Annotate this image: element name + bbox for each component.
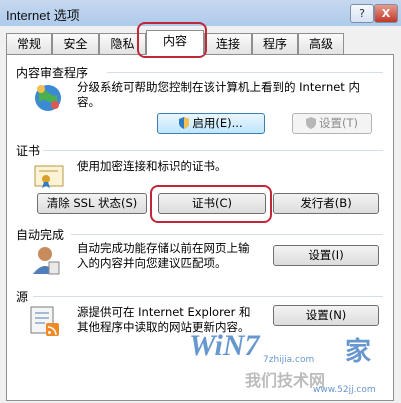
autocomplete-title: 自动完成: [16, 228, 65, 242]
autocomplete-user-icon: [33, 247, 60, 275]
separator: [107, 72, 383, 73]
feeds-title: 源: [16, 290, 29, 304]
tab-connections[interactable]: 连接: [204, 33, 252, 54]
watermark-url: www.52jj.com: [313, 385, 376, 395]
globe-people-icon: [35, 85, 61, 111]
enable-button[interactable]: 启用(E)...: [157, 113, 265, 134]
watermark-brand: WiN7: [189, 329, 260, 362]
certificates-title: 证书: [16, 144, 41, 158]
tab-programs[interactable]: 程序: [252, 33, 298, 54]
content-advisor-title: 内容审查程序: [16, 66, 89, 80]
certificates-desc: 使用加密连接和标识的证书。: [77, 159, 227, 173]
content-tab-panel: 内容审查程序 分级系统可帮助您控制在该计算机上看到的 Internet 内 容。…: [6, 54, 394, 401]
close-button[interactable]: X: [374, 4, 398, 23]
watermark-site: 7zhijia.com: [263, 355, 315, 365]
separator: [33, 296, 383, 297]
certificate-icon: [34, 165, 64, 188]
shield-icon: [179, 117, 190, 129]
feeds-desc-line1: 源提供可在 Internet Explorer 和: [77, 305, 251, 319]
content-advisor-desc-line2: 容。: [77, 95, 100, 109]
tab-security[interactable]: 安全: [52, 33, 99, 54]
highlight-certificates-button: [150, 185, 272, 223]
watermark: WiN7 家 7zhijia.com 我们技术网 www.52jj.com: [177, 327, 387, 397]
autocomplete-desc-line1: 自动完成功能存储以前在网页上输: [77, 241, 250, 255]
help-button[interactable]: ?: [350, 4, 374, 23]
content-advisor-desc-line1: 分级系统可帮助您控制在该计算机上看到的 Internet 内: [77, 80, 360, 94]
feeds-icon: [30, 306, 59, 336]
internet-options-window: Internet 选项 ? X 常规 安全 隐私 内容 连接 程序 高级 内容审…: [0, 0, 401, 403]
shield-icon: [306, 117, 316, 129]
content-settings-label: 设置(T): [319, 116, 358, 130]
window-title: Internet 选项: [6, 8, 80, 23]
content-settings-button[interactable]: 设置(T): [292, 113, 372, 134]
watermark-home: 家: [345, 337, 372, 367]
feeds-settings-button[interactable]: 设置(N): [273, 305, 379, 326]
tab-general[interactable]: 常规: [6, 33, 52, 54]
autocomplete-desc-line2: 入的内容并向您建议匹配项。: [77, 256, 227, 270]
tab-advanced[interactable]: 高级: [298, 33, 344, 54]
tab-content[interactable]: 内容: [146, 30, 204, 55]
separator: [71, 234, 383, 235]
separator: [43, 150, 383, 151]
publishers-button[interactable]: 发行者(B): [273, 193, 379, 214]
autocomplete-settings-button[interactable]: 设置(I): [273, 245, 379, 266]
enable-button-label: 启用(E)...: [192, 116, 243, 130]
clear-ssl-button[interactable]: 清除 SSL 状态(S): [37, 193, 147, 214]
